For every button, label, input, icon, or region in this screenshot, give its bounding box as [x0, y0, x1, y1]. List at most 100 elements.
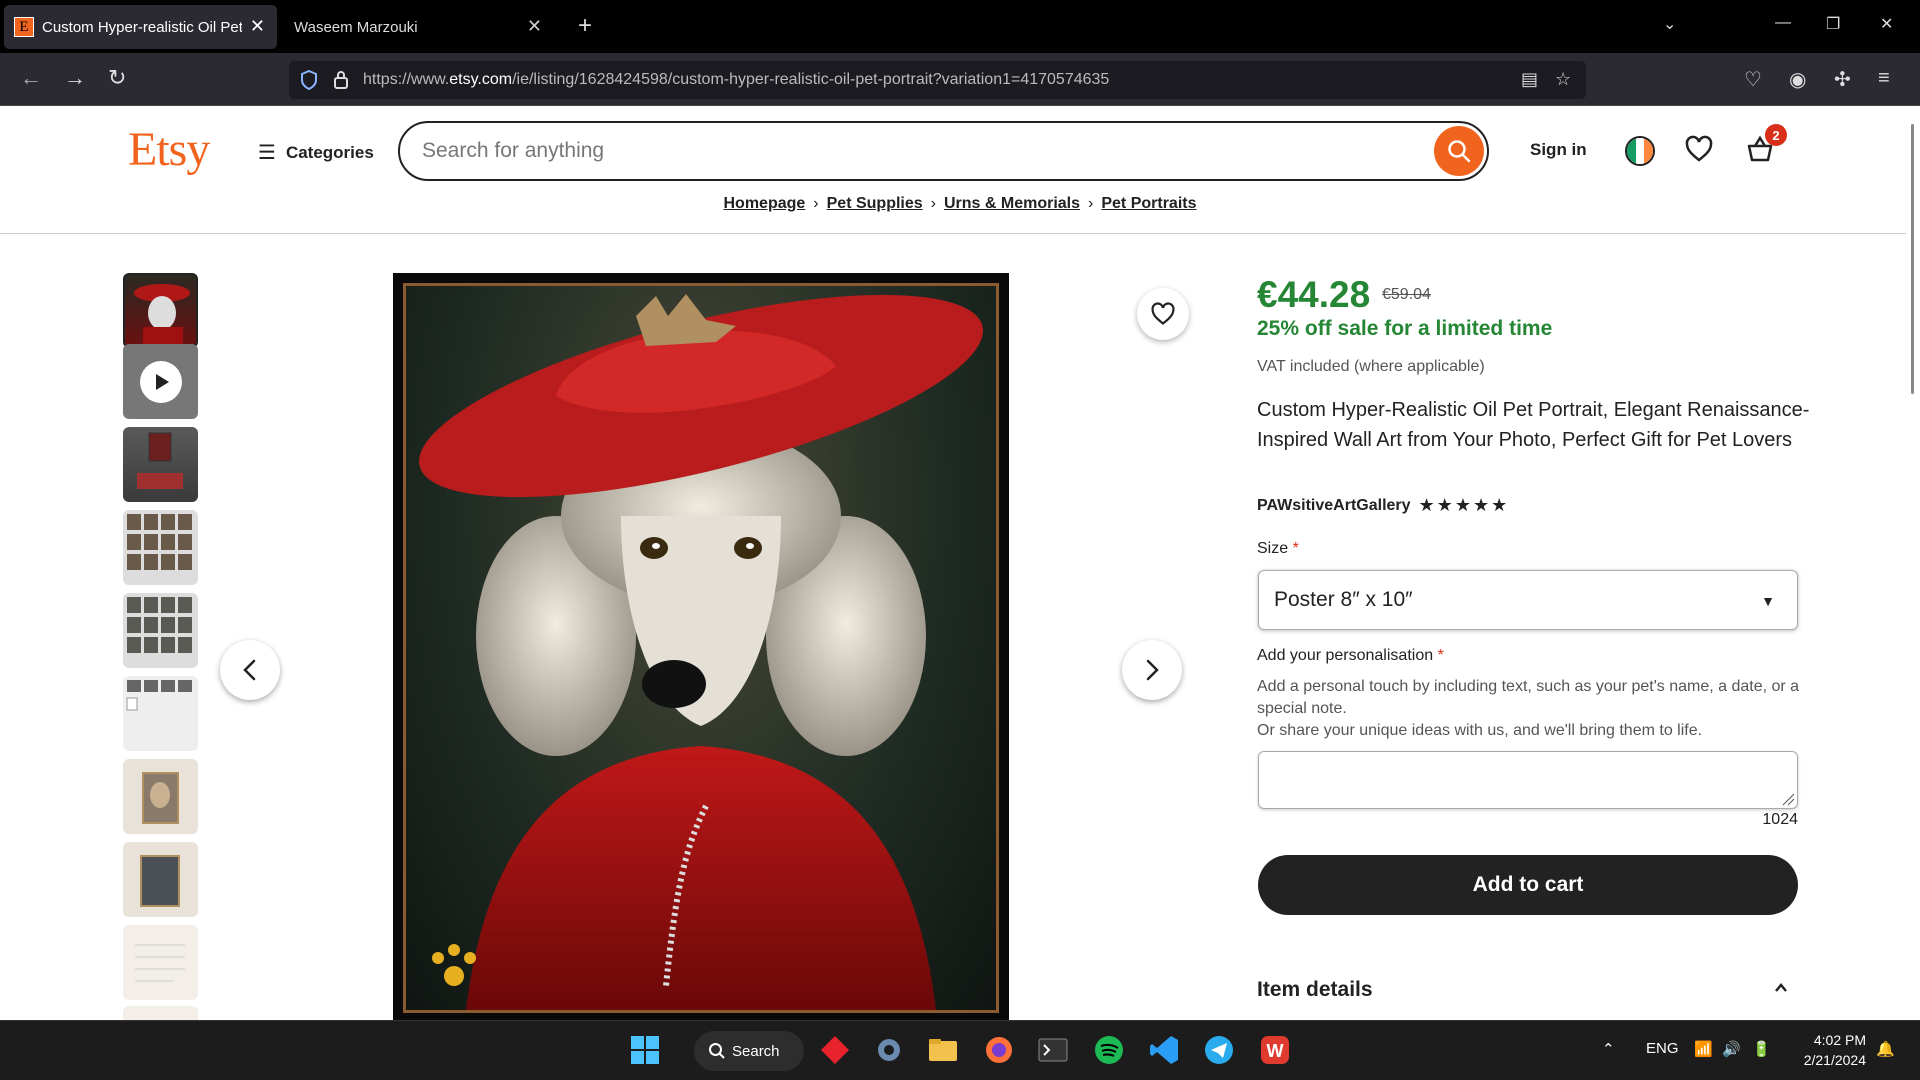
forward-icon[interactable]: → [64, 65, 86, 91]
room-thumbnail-image [137, 432, 183, 489]
breadcrumb-urns-memorials[interactable]: Urns & Memorials [944, 195, 1080, 212]
grid-thumbnail-image [127, 597, 192, 653]
personalisation-help-line-2: Or share your unique ideas with us, and … [1257, 722, 1703, 739]
thumbnail-5[interactable] [123, 593, 198, 668]
bookmark-star-icon[interactable]: ☆ [1555, 69, 1571, 90]
shop-info: PAWsitiveArtGallery ★★★★★ [1257, 495, 1509, 516]
categories-button[interactable]: ☰ Categories [258, 140, 374, 165]
system-clock[interactable]: 4:02 PM 2/21/2024 [1796, 1030, 1866, 1070]
thumbnail-10[interactable] [123, 1006, 198, 1020]
character-count: 1024 [1762, 811, 1798, 828]
tab-label: Custom Hyper-realistic Oil Pet P [42, 18, 242, 36]
thumbnail-1[interactable] [123, 273, 198, 348]
clock-date: 2/21/2024 [1803, 1052, 1866, 1068]
tab-etsy-listing[interactable]: E Custom Hyper-realistic Oil Pet P ✕ [4, 5, 277, 49]
dog-thumbnail-image [142, 772, 179, 824]
menu-icon[interactable]: ≡ [1878, 67, 1890, 90]
tab-close-icon[interactable]: ✕ [250, 16, 265, 37]
pocket-icon[interactable]: ♡ [1744, 67, 1762, 92]
spotify-icon[interactable] [1092, 1033, 1126, 1067]
new-tab-icon[interactable]: + [578, 12, 592, 40]
close-window-icon[interactable]: ✕ [1880, 14, 1893, 34]
chevron-right-icon: › [930, 195, 936, 212]
sign-in-link[interactable]: Sign in [1530, 140, 1587, 160]
thumbnail-3[interactable] [123, 427, 198, 502]
thumbnail-video[interactable] [123, 344, 198, 419]
settings-gear-icon[interactable] [872, 1033, 906, 1067]
account-icon[interactable]: ◉ [1789, 67, 1806, 92]
browser-nav-bar: ← → ↻ https://www.etsy.com/ie/listing/16… [0, 53, 1920, 106]
address-bar[interactable]: https://www.etsy.com/ie/listing/16284245… [289, 61, 1586, 99]
scrollbar-thumb[interactable] [1911, 124, 1914, 394]
terminal-icon[interactable] [1036, 1033, 1070, 1067]
breadcrumb-pet-portraits[interactable]: Pet Portraits [1101, 195, 1196, 212]
thumbnail-6[interactable] [123, 676, 198, 751]
url-text: https://www.etsy.com/ie/listing/16284245… [363, 71, 1110, 88]
personalisation-label: Add your personalisation * [1257, 647, 1444, 664]
hamburger-icon: ☰ [258, 142, 276, 164]
tab-waseem-marzouki[interactable]: Waseem Marzouki ✕ [282, 5, 552, 49]
minimize-icon[interactable]: — [1775, 14, 1791, 32]
reload-icon[interactable]: ↻ [108, 65, 126, 91]
thumbnail-7[interactable] [123, 759, 198, 834]
language-indicator[interactable]: ENG [1646, 1040, 1679, 1057]
etsy-logo[interactable]: Etsy [128, 122, 210, 177]
item-details-heading[interactable]: Item details [1257, 978, 1373, 1002]
shop-name-link[interactable]: PAWsitiveArtGallery [1257, 497, 1411, 515]
poodle-illustration [419, 294, 983, 1010]
extensions-icon[interactable]: ✣ [1834, 67, 1851, 92]
firefox-icon[interactable] [982, 1033, 1016, 1067]
search-button[interactable] [1434, 126, 1484, 176]
ireland-flag-icon[interactable] [1625, 136, 1655, 166]
thumbnail-9[interactable] [123, 925, 198, 1000]
vscode-icon[interactable] [1147, 1033, 1181, 1067]
search-icon [1448, 140, 1471, 163]
favorites-heart-icon[interactable] [1684, 134, 1714, 164]
page-scrollbar[interactable] [1906, 106, 1920, 1020]
tab-close-icon[interactable]: ✕ [527, 16, 542, 37]
search-bar [398, 121, 1489, 181]
notification-bell-icon[interactable]: 🔔 [1876, 1040, 1895, 1058]
breadcrumb-homepage[interactable]: Homepage [724, 195, 806, 212]
reader-view-icon[interactable]: ▤ [1521, 69, 1538, 90]
next-image-button[interactable] [1122, 640, 1182, 700]
tray-chevron-up-icon[interactable]: ⌃ [1602, 1040, 1615, 1058]
resize-handle-icon[interactable] [1781, 792, 1795, 806]
chevron-left-icon [243, 659, 256, 681]
taskbar-search[interactable]: Search [694, 1031, 804, 1071]
thumbnail-4[interactable] [123, 510, 198, 585]
file-explorer-icon[interactable] [926, 1033, 960, 1067]
size-select[interactable]: Poster 8″ x 10″ ▼ [1258, 570, 1798, 630]
previous-image-button[interactable] [220, 640, 280, 700]
windows-start-icon[interactable] [628, 1033, 662, 1067]
taskbar-search-label: Search [732, 1042, 780, 1060]
personalisation-textarea[interactable] [1258, 751, 1798, 809]
chevron-right-icon: › [813, 195, 819, 212]
breadcrumb-pet-supplies[interactable]: Pet Supplies [827, 195, 923, 212]
restore-icon[interactable]: ❐ [1826, 14, 1840, 34]
search-input[interactable] [422, 137, 1402, 165]
main-product-image[interactable] [393, 273, 1009, 1023]
volume-icon[interactable]: 🔊 [1722, 1040, 1741, 1058]
cart-count-badge: 2 [1765, 124, 1787, 146]
sale-text: 25% off sale for a limited time [1257, 317, 1553, 340]
app-diamond-icon[interactable] [818, 1033, 852, 1067]
telegram-icon[interactable] [1202, 1033, 1236, 1067]
add-to-cart-button[interactable]: Add to cart [1258, 855, 1798, 915]
add-to-favorites-button[interactable] [1137, 288, 1189, 340]
wifi-icon[interactable]: 📶 [1694, 1040, 1713, 1058]
personalisation-help-line-1: Add a personal touch by including text, … [1257, 678, 1800, 717]
tab-list-chevron-icon[interactable]: ⌄ [1663, 14, 1676, 34]
rating-stars-icon[interactable]: ★★★★★ [1419, 495, 1510, 516]
header-divider [0, 233, 1906, 234]
battery-icon[interactable]: 🔋 [1752, 1040, 1771, 1058]
chevron-right-icon: › [1088, 195, 1094, 212]
chevron-up-icon[interactable] [1773, 980, 1789, 996]
search-icon [709, 1043, 725, 1059]
required-asterisk: * [1437, 647, 1444, 664]
heart-icon [1151, 302, 1175, 325]
office-app-icon[interactable]: W [1258, 1033, 1292, 1067]
thumbnail-8[interactable] [123, 842, 198, 917]
back-icon[interactable]: ← [20, 65, 42, 91]
shield-icon [301, 69, 317, 91]
